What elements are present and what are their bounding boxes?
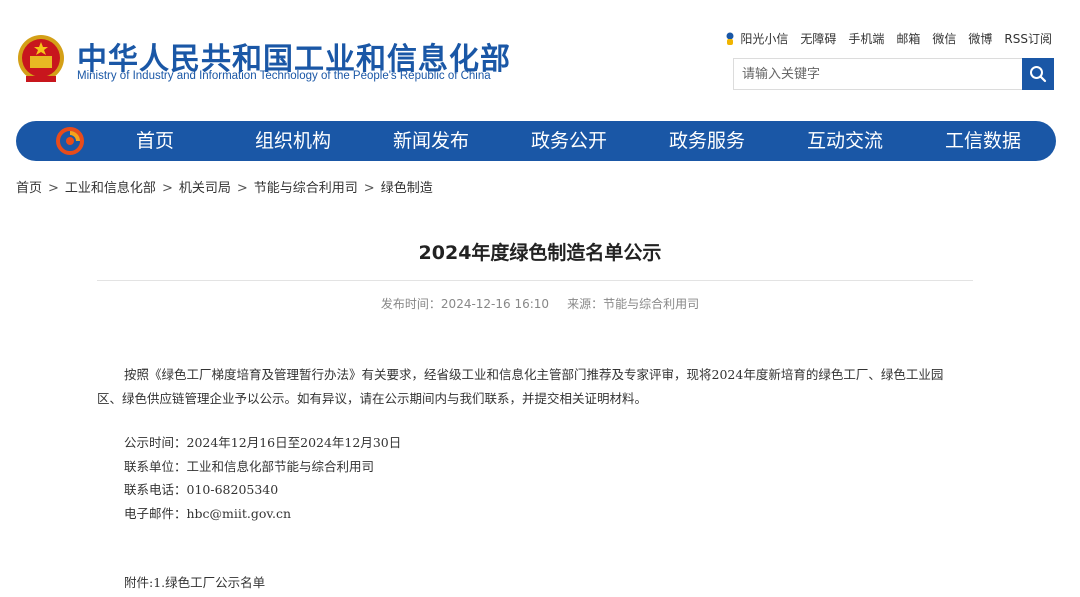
breadcrumb-department[interactable]: 节能与综合利用司 — [254, 181, 358, 196]
contact-phone: 联系电话：010-68205340 — [124, 482, 279, 497]
nav-item-interaction[interactable]: 互动交流 — [776, 121, 914, 161]
breadcrumb-green-manufacturing[interactable]: 绿色制造 — [381, 181, 433, 196]
body-paragraph-line1: 按照《绿色工厂梯度培育及管理暂行办法》有关要求，经省级工业和信息化主管部门推荐及… — [124, 367, 944, 382]
body-paragraph-line2: 区、绿色供应链管理企业予以公示。如有异议，请在公示期间内与我们联系，并提交相关证… — [97, 391, 648, 406]
contact-details: 公示时间：2024年12月16日至2024年12月30日 联系单位：工业和信息化… — [124, 431, 401, 525]
breadcrumb: 首页 > 工业和信息化部 > 机关司局 > 节能与综合利用司 > 绿色制造 — [16, 177, 433, 196]
breadcrumb-home[interactable]: 首页 — [16, 181, 42, 196]
nav-item-home[interactable]: 首页 — [86, 121, 224, 161]
top-link-sunshine[interactable]: 阳光小信 — [724, 30, 788, 47]
article-source: 来源：节能与综合利用司 — [567, 297, 700, 311]
title-divider — [97, 280, 973, 281]
breadcrumb-departments[interactable]: 机关司局 — [179, 181, 231, 196]
top-link-label: 阳光小信 — [740, 32, 789, 46]
national-emblem-icon[interactable] — [16, 32, 66, 88]
publish-time: 发布时间：2024-12-16 16:10 — [380, 297, 550, 311]
main-nav: 首页 组织机构 新闻发布 政务公开 政务服务 互动交流 工信数据 — [16, 121, 1056, 161]
nav-item-government-affairs[interactable]: 政务公开 — [500, 121, 638, 161]
nav-item-services[interactable]: 政务服务 — [638, 121, 776, 161]
breadcrumb-ministry[interactable]: 工业和信息化部 — [65, 181, 156, 196]
publicity-period: 公示时间：2024年12月16日至2024年12月30日 — [124, 435, 402, 450]
nav-items: 首页 组织机构 新闻发布 政务公开 政务服务 互动交流 工信数据 — [86, 121, 1052, 161]
attachment-link[interactable]: 附件:1.绿色工厂公示名单 — [124, 572, 265, 591]
search-box — [733, 58, 1054, 90]
breadcrumb-separator: > — [236, 181, 248, 196]
mascot-icon — [726, 32, 734, 45]
top-link-mobile[interactable]: 手机端 — [848, 30, 884, 47]
contact-email[interactable]: 电子邮件：hbc@miit.gov.cn — [124, 502, 401, 526]
article-body: 按照《绿色工厂梯度培育及管理暂行办法》有关要求，经省级工业和信息化主管部门推荐及… — [97, 363, 984, 411]
article-title: 2024年度绿色制造名单公示 — [418, 242, 662, 264]
nav-item-organization[interactable]: 组织机构 — [224, 121, 362, 161]
top-link-rss[interactable]: RSS订阅 — [1004, 30, 1052, 47]
top-link-weibo[interactable]: 微博 — [968, 30, 992, 47]
search-button[interactable] — [1022, 58, 1054, 90]
breadcrumb-separator: > — [161, 181, 173, 196]
nav-item-data[interactable]: 工信数据 — [914, 121, 1052, 161]
contact-unit: 联系单位：工业和信息化部节能与综合利用司 — [124, 458, 375, 474]
site-header: 中华人民共和国工业和信息化部 Ministry of Industry and … — [0, 0, 1080, 112]
search-input[interactable] — [734, 59, 1022, 89]
breadcrumb-separator: > — [363, 181, 375, 196]
top-links: 阳光小信 无障碍 手机端 邮箱 微信 微博 RSS订阅 — [724, 30, 1052, 47]
article-meta: 发布时间：2024-12-16 16:10 来源：节能与综合利用司 — [0, 295, 1080, 312]
miit-logo-icon[interactable] — [56, 127, 84, 155]
nav-item-news[interactable]: 新闻发布 — [362, 121, 500, 161]
breadcrumb-separator: > — [48, 181, 59, 196]
search-icon — [1030, 66, 1047, 83]
top-link-wechat[interactable]: 微信 — [932, 30, 956, 47]
site-subtitle: Ministry of Industry and Information Tec… — [77, 70, 491, 82]
top-link-accessibility[interactable]: 无障碍 — [800, 30, 836, 47]
top-link-mail[interactable]: 邮箱 — [896, 30, 920, 47]
